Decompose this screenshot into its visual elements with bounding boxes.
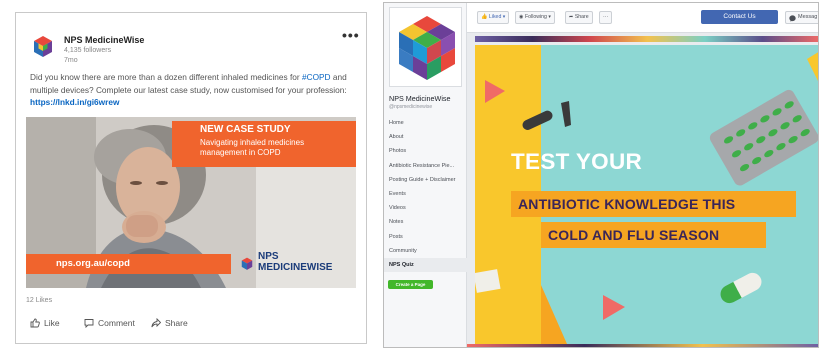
screenshot-root: NPS MedicineWise 4,135 followers 7mo •••… [0,0,821,348]
nav-item-posting-guide[interactable]: Posting Guide + Disclaimer [384,173,467,187]
page-handle[interactable]: @npsmedicinewise [389,104,432,110]
like-button[interactable]: Like [30,318,60,328]
top-decorative-strip [475,36,818,42]
post-text-part: Did you know there are more than a dozen… [30,72,302,82]
post-short-link[interactable]: https://lnkd.in/gi6wrew [30,97,119,107]
post-time: 7mo [64,57,78,64]
nav-item-photos[interactable]: Photos [384,144,467,158]
more-options-button[interactable]: ··· [599,11,613,24]
quiz-headline: TEST YOUR [511,149,643,174]
facebook-page-screenshot: NPS MedicineWise @npsmedicinewise Home A… [383,2,819,348]
like-label: Like [44,318,60,328]
brand-line: MEDICINEWISE [258,262,333,273]
quiz-subtitle-line-2: COLD AND FLU SEASON [548,227,720,243]
message-label: Messag [798,14,818,20]
share-icon: ➦ [569,14,574,20]
nav-item-nps-quiz[interactable]: NPS Quiz [384,257,467,273]
page-nav: Home About Photos Antibiotic Resistance … [384,116,467,273]
post-text: Did you know there are more than a dozen… [30,71,360,109]
nav-item-antibiotic-resistance[interactable]: Antibiotic Resistance Pie... [384,159,467,173]
brand-line: NPS [258,251,279,262]
share-page-label: Share [574,14,589,20]
nps-logo-icon[interactable] [31,35,55,59]
quiz-subtitle-line-1: ANTIBIOTIC KNOWLEDGE THIS [518,196,736,212]
org-name[interactable]: NPS MedicineWise [64,35,144,45]
post-actions: Like Comment Share [26,318,226,332]
nav-item-notes[interactable]: Notes [384,215,467,229]
image-url-text: nps.org.au/copd [56,258,130,269]
like-count[interactable]: 12 Likes [26,297,52,304]
banner-title: NEW CASE STUDY [200,124,291,135]
nps-logo-icon [241,257,253,270]
share-page-button[interactable]: ➦ Share [565,11,593,24]
share-icon [151,318,161,328]
create-page-button[interactable]: Create a Page [388,280,433,289]
nav-item-about[interactable]: About [384,130,467,144]
thumbs-up-icon [30,318,40,328]
nps-cube-logo-icon [399,16,455,80]
contact-us-button[interactable]: Contact Us [701,10,778,24]
follower-count: 4,135 followers [64,47,112,54]
page-action-bar: 👍 Liked ▾ ◉ Following ▾ ➦ Share ··· Cont… [467,3,818,33]
nav-item-posts[interactable]: Posts [384,230,467,244]
chevron-down-icon: ▾ [502,14,506,20]
rss-icon: ◉ [519,14,524,20]
comment-button[interactable]: Comment [84,318,135,328]
messenger-icon [789,15,796,22]
nav-item-videos[interactable]: Videos [384,201,467,215]
chevron-down-icon: ▾ [548,14,551,20]
comment-label: Comment [98,318,135,328]
page-sidebar: NPS MedicineWise @npsmedicinewise Home A… [384,3,467,347]
liked-button[interactable]: 👍 Liked ▾ [477,11,510,24]
quiz-graphic[interactable]: TEST YOUR ANTIBIOTIC KNOWLEDGE THIS COLD… [475,45,818,344]
profile-picture[interactable] [389,7,462,87]
brand-wordmark: NPS MEDICINEWISE [258,251,332,273]
hashtag-link[interactable]: #COPD [302,72,331,82]
share-label: Share [165,318,188,328]
bottom-decorative-strip [467,344,818,347]
nav-item-events[interactable]: Events [384,187,467,201]
liked-label: Liked [488,14,502,20]
nav-item-home[interactable]: Home [384,116,467,130]
page-name[interactable]: NPS MedicineWise [389,94,451,103]
comment-icon [84,319,94,328]
following-label: Following [524,14,547,20]
post-image[interactable]: NEW CASE STUDY Navigating inhaled medici… [26,117,356,288]
following-button[interactable]: ◉ Following ▾ [515,11,555,24]
thumbs-up-icon: 👍 [481,14,488,20]
share-button[interactable]: Share [151,318,188,328]
message-button[interactable]: Messag [785,11,818,24]
nav-item-community[interactable]: Community [384,244,467,258]
banner-subtitle: Navigating inhaled medicines management … [200,138,305,157]
linkedin-post-card: NPS MedicineWise 4,135 followers 7mo •••… [15,12,367,344]
more-horizontal-icon[interactable]: ••• [342,28,360,42]
